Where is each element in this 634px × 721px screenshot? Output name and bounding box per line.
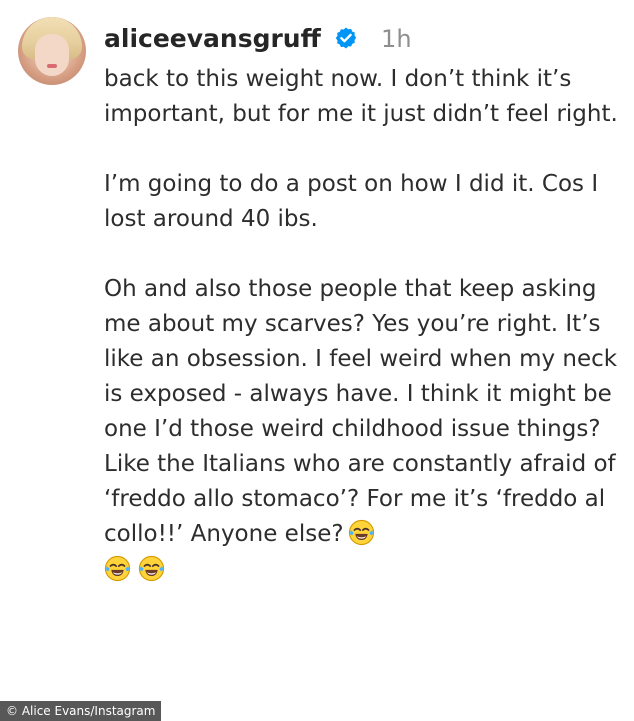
emoji-row xyxy=(104,553,624,588)
avatar-face xyxy=(35,34,69,76)
instagram-comment: aliceevansgruff 1h back to this weight n… xyxy=(0,0,634,721)
comment-body: back to this weight now. I don’t think i… xyxy=(104,62,624,588)
comment-paragraph: I’m going to do a post on how I did it. … xyxy=(104,171,599,232)
comment-paragraph-text: Oh and also those people that keep askin… xyxy=(104,276,618,547)
comment-paragraph: back to this weight now. I don’t think i… xyxy=(104,66,618,127)
username[interactable]: aliceevansgruff xyxy=(104,22,321,56)
photo-credit: © Alice Evans/Instagram xyxy=(0,701,162,721)
avatar-lips xyxy=(47,64,57,68)
face-with-tears-of-joy-icon xyxy=(348,519,374,546)
timestamp[interactable]: 1h xyxy=(381,22,411,56)
face-with-tears-of-joy-icon xyxy=(138,555,165,582)
comment-paragraph: Oh and also those people that keep askin… xyxy=(104,272,624,588)
face-with-tears-of-joy-icon xyxy=(104,555,131,582)
avatar[interactable] xyxy=(18,17,86,85)
verified-badge-icon xyxy=(335,27,357,49)
comment-header: aliceevansgruff 1h xyxy=(104,22,412,58)
